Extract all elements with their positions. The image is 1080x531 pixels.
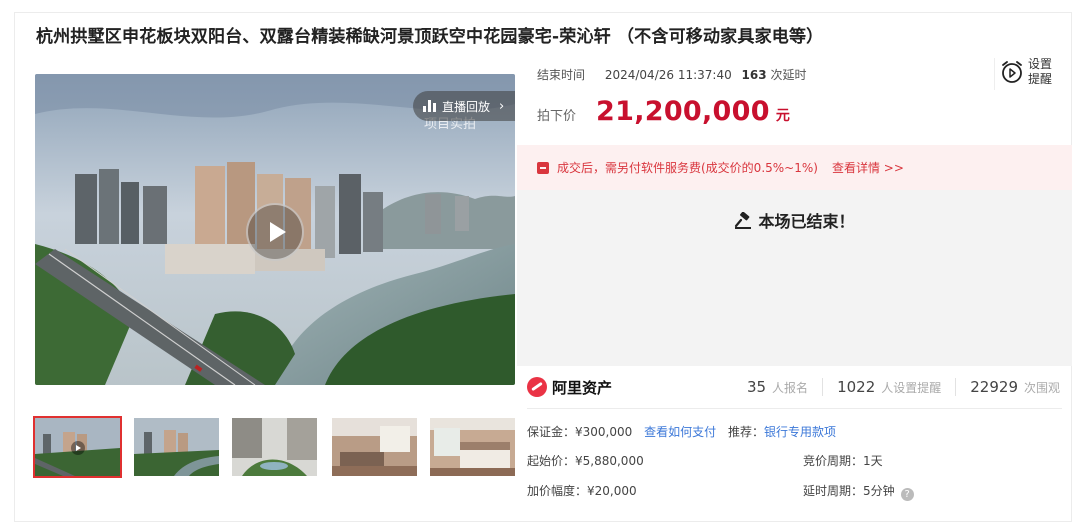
delay-cycle-row: 延时周期：5分钟?	[803, 482, 914, 501]
divider	[822, 378, 824, 396]
thumb-image	[332, 418, 417, 476]
reminder-count: 1022	[837, 378, 876, 396]
play-icon	[269, 222, 286, 242]
auction-ended-panel: 本场已结束！	[517, 190, 1072, 366]
gavel-icon	[735, 212, 752, 229]
notice-text: 成交后，需另付软件服务费(成交价的0.5%~1%)	[557, 161, 818, 175]
live-replay-label: 直播回放	[442, 99, 491, 114]
stats: 35 人报名 1022 人设置提醒 22929 次围观	[747, 378, 1072, 396]
ali-assets-logo[interactable]: 阿里资产	[527, 377, 612, 398]
view-count: 22929	[970, 378, 1018, 396]
page-title: 杭州拱墅区申花板块双阳台、双露台精装稀缺河景顶跃空中花园豪宅-荣沁轩 （不含可移…	[36, 27, 824, 47]
price-label: 拍下价	[537, 109, 577, 124]
live-replay-button[interactable]: 直播回放 ›	[413, 91, 515, 121]
view-unit: 次围观	[1023, 380, 1060, 395]
thumbnail-aerial[interactable]	[134, 418, 219, 476]
deposit-value: 保证金：¥300,000	[527, 425, 633, 439]
ali-assets-icon	[527, 377, 547, 397]
bid-increment: 加价幅度：¥20,000	[527, 484, 637, 498]
thumbnail-courtyard[interactable]	[232, 418, 317, 476]
delay-count: 163	[741, 68, 767, 82]
final-price: 21,200,000	[596, 96, 770, 127]
thumb-image	[430, 418, 515, 476]
bar-chart-icon	[423, 100, 436, 112]
thumbnail-video[interactable]	[33, 416, 122, 478]
how-to-pay-link[interactable]: 查看如何支付	[644, 425, 716, 439]
thumbnail-living-room[interactable]	[332, 418, 417, 476]
recommend-label: 推荐：	[727, 425, 764, 439]
signup-count: 35	[746, 378, 767, 396]
auction-ended-message: 本场已结束！	[517, 208, 1072, 232]
signup-unit: 人报名	[772, 380, 809, 395]
alarm-clock-icon	[1002, 61, 1022, 83]
reminder-unit: 人设置提醒	[881, 380, 942, 395]
thumbnail-bedroom[interactable]	[430, 418, 515, 476]
play-video-button[interactable]	[246, 203, 304, 261]
divider	[994, 58, 995, 90]
service-fee-notice: 成交后，需另付软件服务费(成交价的0.5%~1%) 查看详情 >>	[517, 145, 1072, 190]
end-time-label: 结束时间	[537, 68, 586, 82]
delay-unit: 次延时	[770, 68, 807, 82]
view-details-link[interactable]: 查看详情 >>	[832, 159, 904, 176]
help-icon[interactable]: ?	[900, 488, 914, 501]
price-unit: 元	[775, 108, 790, 124]
bid-cycle: 竞价周期：1天	[803, 454, 883, 468]
play-icon	[71, 441, 85, 455]
bank-funds-link[interactable]: 银行专用款项	[764, 425, 836, 439]
divider	[527, 408, 1062, 409]
auction-ended-text: 本场已结束！	[758, 212, 855, 231]
deposit-row: 保证金：¥300,000 查看如何支付 推荐：银行专用款项	[527, 423, 836, 440]
end-time-row: 结束时间 2024/04/26 11:37:40 163 次延时	[537, 66, 806, 83]
platform-stats-row: 阿里资产 35 人报名 1022 人设置提醒 22929 次围观	[517, 366, 1072, 408]
start-price: 起始价：¥5,880,000	[527, 454, 644, 468]
delay-cycle: 延时周期：5分钟	[803, 484, 895, 498]
divider	[955, 378, 957, 396]
set-reminder-button[interactable]: 设置提醒	[1000, 57, 1056, 87]
set-reminder-label: 设置提醒	[1028, 57, 1053, 86]
chevron-right-icon: ›	[499, 98, 505, 114]
thumb-image	[134, 418, 219, 476]
notice-icon	[537, 161, 549, 174]
thumb-image	[232, 418, 317, 476]
platform-name: 阿里资产	[552, 378, 613, 397]
end-time-value: 2024/04/26 11:37:40	[604, 68, 732, 82]
price-row: 拍下价 21,200,000 元	[537, 96, 790, 127]
